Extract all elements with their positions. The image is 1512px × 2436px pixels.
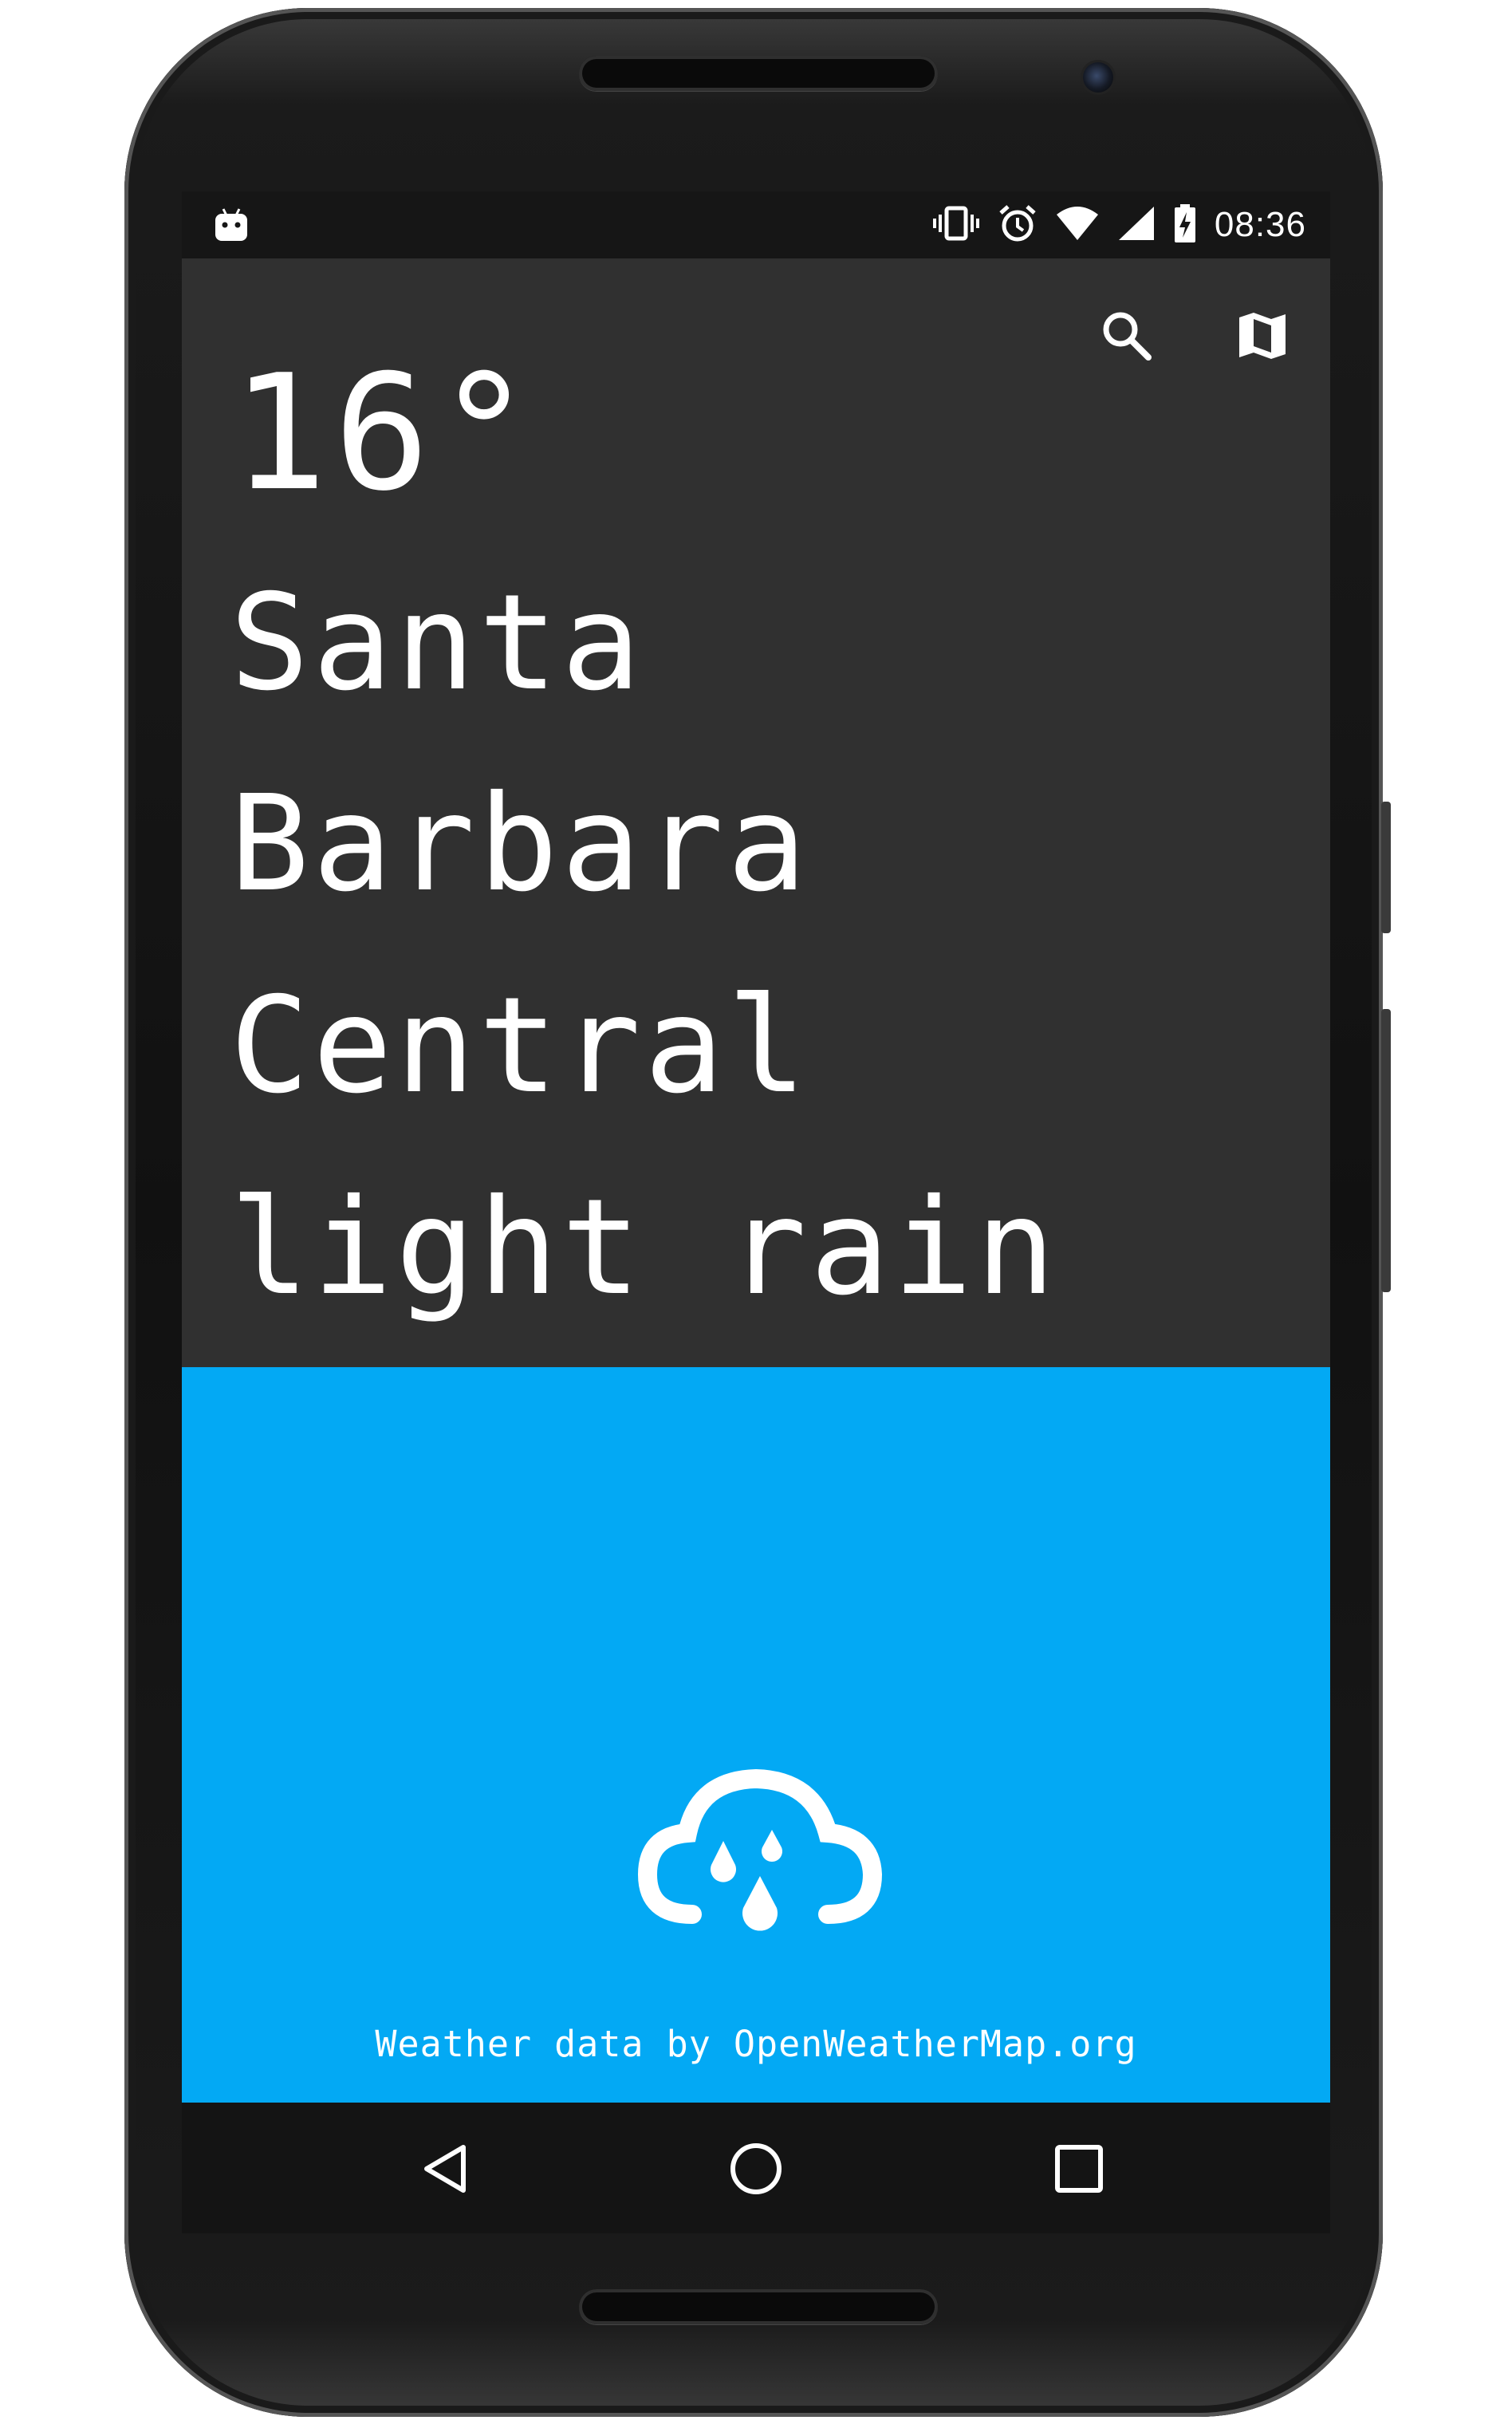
search-icon[interactable] xyxy=(1099,308,1155,368)
wifi-icon xyxy=(1055,205,1100,246)
city-name-line-2: Barbara xyxy=(230,767,810,921)
status-time: 08:36 xyxy=(1214,205,1306,244)
city-name-line-1: Santa xyxy=(230,566,644,720)
top-speaker xyxy=(579,56,938,91)
weather-icon-panel: Weather data by OpenWeatherMap.org xyxy=(182,1367,1330,2103)
navigation-bar xyxy=(182,2103,1330,2233)
bottom-speaker xyxy=(579,2289,938,2324)
cloud-rain-icon xyxy=(636,1758,884,1961)
weather-summary: 16° Santa Barbara Central light rain xyxy=(182,258,1330,1367)
vibrate-icon xyxy=(932,203,980,247)
temperature: 16° xyxy=(231,341,539,526)
weather-description: light rain xyxy=(230,1171,1059,1325)
front-camera xyxy=(1083,62,1113,93)
recents-icon[interactable] xyxy=(1043,2133,1115,2205)
city-name-line-3: Central xyxy=(230,969,810,1123)
screen: 08:36 16° Santa Barbara Central light ra… xyxy=(182,191,1330,2233)
android-debug-icon xyxy=(214,206,249,246)
alarm-icon xyxy=(998,203,1038,247)
cell-signal-icon xyxy=(1117,205,1156,246)
home-icon[interactable] xyxy=(720,2133,792,2205)
volume-button xyxy=(1381,1009,1391,1292)
map-icon[interactable] xyxy=(1234,308,1290,368)
toolbar-actions xyxy=(1099,308,1290,368)
data-source-credit: Weather data by OpenWeatherMap.org xyxy=(375,2023,1137,2065)
battery-charging-icon xyxy=(1173,203,1197,247)
power-button xyxy=(1381,802,1391,933)
back-icon[interactable] xyxy=(409,2133,481,2205)
status-bar: 08:36 xyxy=(182,191,1330,258)
